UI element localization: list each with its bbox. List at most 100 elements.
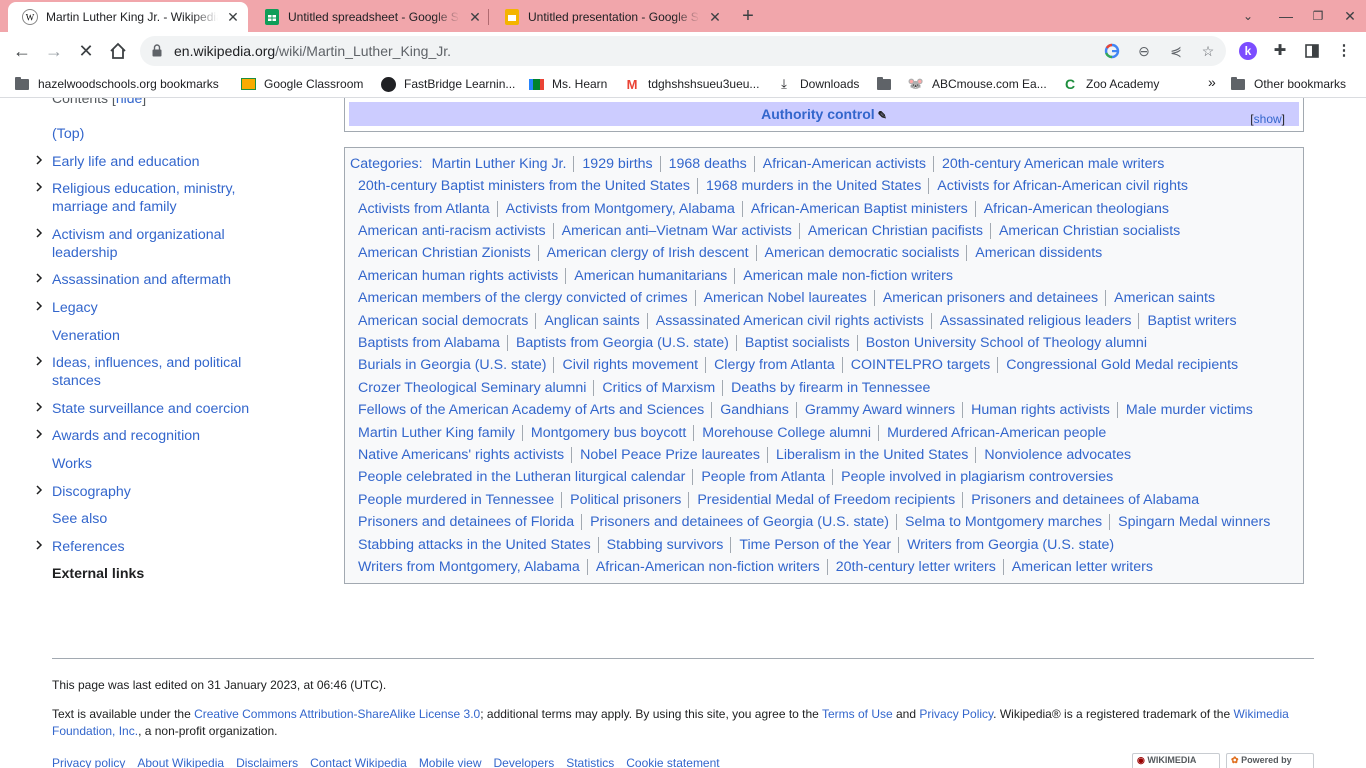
toc-item-references[interactable]: References: [52, 538, 262, 556]
category-link[interactable]: Nonviolence advocates: [975, 447, 1132, 463]
toc-item-external-links[interactable]: External links: [52, 565, 262, 583]
category-link[interactable]: Baptists from Georgia (U.S. state): [506, 335, 729, 351]
bookmarks-overflow-button[interactable]: »: [1208, 74, 1216, 90]
forward-button[interactable]: →: [40, 37, 68, 65]
toc-item-works[interactable]: Works: [52, 455, 262, 473]
bookmark-abcmouse[interactable]: 🐭 ABCmouse.com Ea...: [908, 76, 1047, 92]
category-link[interactable]: American prisoners and detainees: [873, 290, 1099, 306]
category-link[interactable]: Activists from Atlanta: [358, 201, 490, 217]
toc-item-top[interactable]: (Top): [52, 125, 262, 143]
toc-item-early-life[interactable]: Early life and education: [52, 153, 262, 171]
category-link[interactable]: Prisoners and detainees of Alabama: [962, 492, 1200, 508]
home-button[interactable]: [104, 37, 132, 65]
category-link[interactable]: American anti–Vietnam War activists: [552, 223, 792, 239]
terms-of-use-link[interactable]: Terms of Use: [822, 707, 893, 721]
chrome-menu-icon[interactable]: ⋮: [1334, 41, 1354, 61]
category-link[interactable]: Stabbing attacks in the United States: [358, 537, 591, 553]
cc-license-link[interactable]: Creative Commons Attribution-ShareAlike …: [194, 707, 480, 721]
tab-sheets[interactable]: Untitled spreadsheet - Google Sheets ✕: [250, 2, 486, 32]
footer-link-statistics[interactable]: Statistics: [566, 756, 614, 768]
footer-link-developers[interactable]: Developers: [494, 756, 555, 768]
side-panel-icon[interactable]: [1302, 41, 1322, 61]
category-link[interactable]: Assassinated American civil rights activ…: [646, 313, 924, 329]
category-link[interactable]: American Christian Zionists: [358, 245, 531, 261]
category-link[interactable]: 20th-century Baptist ministers from the …: [358, 178, 690, 194]
category-link[interactable]: People involved in plagiarism controvers…: [832, 469, 1114, 485]
bookmark-gmail[interactable]: M tdghshshsueu3ueu...: [624, 76, 760, 92]
chevron-right-icon[interactable]: [34, 356, 44, 366]
zoom-icon[interactable]: ⊖: [1134, 41, 1154, 61]
footer-link-about[interactable]: About Wikipedia: [137, 756, 224, 768]
category-link[interactable]: People celebrated in the Lutheran liturg…: [358, 469, 685, 485]
category-link[interactable]: African-American theologians: [974, 201, 1170, 217]
category-link[interactable]: Gandhians: [711, 402, 789, 418]
close-tab-icon[interactable]: ✕: [466, 9, 484, 26]
category-link[interactable]: People murdered in Tennessee: [358, 492, 554, 508]
toc-item-ideas[interactable]: Ideas, influences, and political stances: [52, 354, 262, 390]
edit-pencil-icon[interactable]: ✎: [878, 110, 887, 122]
bookmark-folder[interactable]: [876, 76, 900, 92]
restore-button[interactable]: ❐: [1302, 0, 1334, 32]
category-link[interactable]: Montgomery bus boycott: [521, 425, 687, 441]
category-link[interactable]: American human rights activists: [358, 268, 558, 284]
new-tab-button[interactable]: +: [736, 4, 760, 28]
toc-item-assassination[interactable]: Assassination and aftermath: [52, 271, 262, 289]
category-link[interactable]: Political prisoners: [561, 492, 682, 508]
category-link[interactable]: COINTELPRO targets: [841, 357, 991, 373]
chevron-right-icon[interactable]: [34, 273, 44, 283]
back-button[interactable]: ←: [8, 37, 36, 65]
category-link[interactable]: Grammy Award winners: [795, 402, 956, 418]
chevron-right-icon[interactable]: [34, 485, 44, 495]
category-link[interactable]: Deaths by firearm in Tennessee: [722, 380, 931, 396]
category-link[interactable]: Murdered African-American people: [878, 425, 1107, 441]
bookmark-google-classroom[interactable]: Google Classroom: [240, 76, 363, 92]
chevron-right-icon[interactable]: [34, 155, 44, 165]
authority-control-link[interactable]: Authority control: [761, 106, 875, 122]
category-link[interactable]: Martin Luther King family: [358, 425, 515, 441]
category-link[interactable]: American dissidents: [966, 245, 1103, 261]
extensions-puzzle-icon[interactable]: ✚: [1270, 41, 1290, 61]
category-link[interactable]: Human rights activists: [962, 402, 1110, 418]
category-link[interactable]: Martin Luther King Jr.: [432, 156, 567, 172]
category-link[interactable]: American members of the clergy convicted…: [358, 290, 688, 306]
category-link[interactable]: Liberalism in the United States: [766, 447, 969, 463]
stop-loading-button[interactable]: ✕: [72, 37, 100, 65]
wikimedia-link[interactable]: Wikimedia: [1233, 707, 1288, 721]
category-link[interactable]: 1968 murders in the United States: [696, 178, 922, 194]
wikimedia-foundation-link[interactable]: Foundation, Inc.: [52, 724, 138, 738]
category-link[interactable]: Burials in Georgia (U.S. state): [358, 357, 546, 373]
minimize-button[interactable]: —: [1270, 0, 1302, 32]
category-link[interactable]: Civil rights movement: [553, 357, 699, 373]
mediawiki-badge[interactable]: ✿ Powered by: [1226, 753, 1314, 768]
bookmark-downloads[interactable]: ⤓ Downloads: [776, 76, 859, 92]
category-link[interactable]: 1929 births: [573, 156, 653, 172]
category-link[interactable]: Activists for African-American civil rig…: [928, 178, 1189, 194]
category-link[interactable]: American Nobel laureates: [694, 290, 867, 306]
share-icon[interactable]: ⋞: [1166, 41, 1186, 61]
category-link[interactable]: Baptist socialists: [735, 335, 850, 351]
bookmark-other[interactable]: Other bookmarks: [1230, 76, 1346, 92]
bookmark-zoo-academy[interactable]: C Zoo Academy: [1062, 76, 1159, 92]
google-icon[interactable]: [1102, 41, 1122, 61]
category-link[interactable]: American democratic socialists: [755, 245, 960, 261]
category-link[interactable]: African-American activists: [753, 156, 926, 172]
category-link[interactable]: Time Person of the Year: [730, 537, 892, 553]
bookmark-hazelwood[interactable]: hazelwoodschools.org bookmarks: [14, 76, 219, 92]
category-link[interactable]: Baptist writers: [1138, 313, 1237, 329]
category-link[interactable]: Selma to Montgomery marches: [895, 514, 1103, 530]
category-link[interactable]: Boston University School of Theology alu…: [856, 335, 1147, 351]
category-link[interactable]: American humanitarians: [565, 268, 728, 284]
close-tab-icon[interactable]: ✕: [706, 9, 724, 26]
category-link[interactable]: Clergy from Atlanta: [705, 357, 835, 373]
category-link[interactable]: Prisoners and detainees of Florida: [358, 514, 574, 530]
profile-extension-icon[interactable]: k: [1238, 41, 1258, 61]
footer-link-disclaimers[interactable]: Disclaimers: [236, 756, 298, 768]
category-link[interactable]: Writers from Montgomery, Alabama: [358, 559, 580, 575]
category-link[interactable]: American clergy of Irish descent: [537, 245, 749, 261]
category-link[interactable]: Presidential Medal of Freedom recipients: [688, 492, 956, 508]
category-link[interactable]: 20th-century American male writers: [932, 156, 1165, 172]
footer-link-cookie[interactable]: Cookie statement: [626, 756, 719, 768]
show-link[interactable]: show: [1254, 112, 1282, 126]
tab-search-icon[interactable]: ⌄: [1232, 0, 1264, 32]
categories-label[interactable]: Categories:: [350, 156, 423, 172]
